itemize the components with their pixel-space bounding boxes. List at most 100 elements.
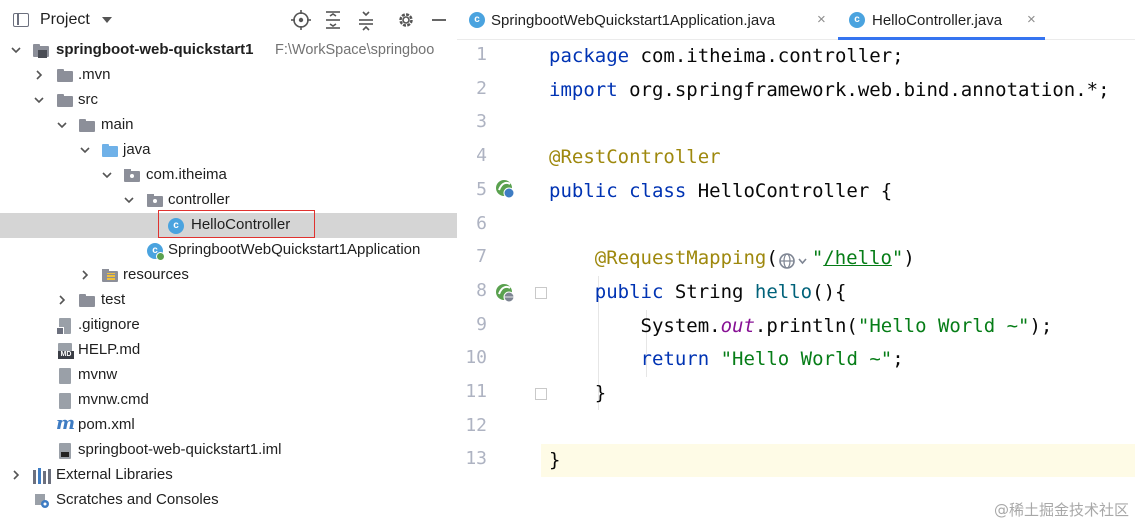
project-icon xyxy=(13,13,29,27)
chevron-right-icon[interactable] xyxy=(78,268,92,282)
tree-item-label: java xyxy=(123,141,151,158)
tree-item-external-libraries[interactable]: External Libraries xyxy=(0,463,457,488)
code-token: public class xyxy=(549,179,687,202)
tree-item-label: SpringbootWebQuickstart1Application xyxy=(168,241,421,258)
folder-icon xyxy=(56,92,74,110)
iml-file-icon xyxy=(56,442,74,460)
gitignore-file-icon xyxy=(56,317,74,335)
chevron-down-icon[interactable] xyxy=(102,17,112,23)
tree-item-label: springboot-web-quickstart1.iml xyxy=(78,441,282,458)
code-token: System. xyxy=(549,314,721,337)
tree-item-label: mvnw xyxy=(78,366,118,383)
chevron-down-icon[interactable] xyxy=(32,93,46,107)
chevron-down-icon[interactable] xyxy=(55,118,69,132)
tree-item-iml[interactable]: springboot-web-quickstart1.iml xyxy=(0,438,457,463)
tree-item-label: .gitignore xyxy=(78,316,140,333)
code-token: ( xyxy=(766,247,778,270)
chevron-down-icon[interactable] xyxy=(122,193,136,207)
globe-inlay-icon[interactable] xyxy=(778,248,812,269)
code-line: @RestController xyxy=(549,141,721,174)
tree-item-test[interactable]: test xyxy=(0,288,457,313)
tree-item-java[interactable]: java xyxy=(0,138,457,163)
code-token: ) xyxy=(903,247,915,270)
chevron-down-icon[interactable] xyxy=(9,43,23,57)
tree-item-label: resources xyxy=(123,266,189,283)
chevron-right-icon[interactable] xyxy=(32,68,46,82)
project-tool-window: Project springboot-web-quickstart1 F:\Wo… xyxy=(0,0,457,526)
project-view-title[interactable]: Project xyxy=(40,11,90,29)
minimize-icon[interactable] xyxy=(428,9,450,31)
resources-folder-icon xyxy=(101,267,119,285)
line-number: 11 xyxy=(465,381,487,402)
collapse-all-icon[interactable] xyxy=(355,9,377,31)
chevron-down-icon[interactable] xyxy=(78,143,92,157)
code-token: " xyxy=(891,247,904,270)
code-token: /hello xyxy=(823,247,892,270)
tree-item-project-root[interactable]: springboot-web-quickstart1 F:\WorkSpace\… xyxy=(0,38,457,63)
expand-all-icon[interactable] xyxy=(322,9,344,31)
package-icon xyxy=(123,167,141,185)
code-area[interactable]: package com.itheima.controller; import or… xyxy=(541,40,1135,526)
tree-item-hellocontroller[interactable]: c HelloController xyxy=(0,210,457,238)
class-icon: c xyxy=(849,12,865,28)
code-token: com.itheima.controller; xyxy=(629,45,904,67)
code-token: package xyxy=(549,45,630,67)
tree-item-label: main xyxy=(101,116,134,133)
code-token: return xyxy=(640,348,710,371)
tree-item-label: com.itheima xyxy=(146,166,227,183)
tab-springboot-application[interactable]: c SpringbootWebQuickstart1Application.ja… xyxy=(457,0,837,40)
line-number: 7 xyxy=(476,246,487,268)
tree-item-resources[interactable]: resources xyxy=(0,263,457,288)
code-line: } xyxy=(549,444,560,477)
code-editor: c SpringbootWebQuickstart1Application.ja… xyxy=(457,0,1135,526)
tree-item-label: springboot-web-quickstart1 xyxy=(56,41,254,58)
code-token: "Hello World ~" xyxy=(857,314,1030,337)
code-token: org.springframework.web.bind.annotation.… xyxy=(617,78,1110,101)
code-token: import xyxy=(549,78,618,101)
tree-item-mvn[interactable]: .mvn xyxy=(0,63,457,88)
code-line: package com.itheima.controller; xyxy=(549,40,904,73)
tree-item-pom-xml[interactable]: m pom.xml xyxy=(0,413,457,438)
tree-item-label: test xyxy=(101,291,126,308)
tree-item-application-class[interactable]: c SpringbootWebQuickstart1Application xyxy=(0,238,457,263)
line-number: 13 xyxy=(465,448,487,470)
editor-tab-bar: c SpringbootWebQuickstart1Application.ja… xyxy=(457,0,1135,40)
chevron-down-icon[interactable] xyxy=(100,168,114,182)
code-line: import org.springframework.web.bind.anno… xyxy=(549,74,1110,107)
tree-item-label: Scratches and Consoles xyxy=(56,491,219,508)
scratches-icon xyxy=(33,492,51,510)
code-token: " xyxy=(811,247,824,270)
tab-hellocontroller[interactable]: c HelloController.java × xyxy=(838,0,1045,40)
tree-item-label: External Libraries xyxy=(56,466,173,483)
libraries-icon xyxy=(33,467,51,485)
gear-icon[interactable] xyxy=(395,9,417,31)
code-token: @RequestMapping xyxy=(594,247,767,270)
code-token: @RestController xyxy=(549,146,721,169)
tree-item-label: HELP.md xyxy=(78,341,141,358)
tree-item-src[interactable]: src xyxy=(0,88,457,113)
close-icon[interactable]: × xyxy=(817,11,826,28)
tree-item-scratches[interactable]: Scratches and Consoles xyxy=(0,488,457,513)
code-token: String xyxy=(663,280,755,303)
locate-icon[interactable] xyxy=(290,9,312,31)
web-endpoint-icon[interactable] xyxy=(494,282,516,304)
project-path: F:\WorkSpace\springboo xyxy=(275,42,435,58)
tree-item-mvnw-cmd[interactable]: mvnw.cmd xyxy=(0,388,457,413)
chevron-right-icon[interactable] xyxy=(9,468,23,482)
line-number: 6 xyxy=(476,212,487,234)
line-number: 12 xyxy=(465,414,487,436)
tree-item-label: pom.xml xyxy=(78,416,135,433)
close-icon[interactable]: × xyxy=(1027,11,1036,28)
tree-item-com-itheima[interactable]: com.itheima xyxy=(0,163,457,188)
tree-item-help-md[interactable]: MD HELP.md xyxy=(0,338,457,363)
tree-item-mvnw[interactable]: mvnw xyxy=(0,363,457,388)
class-icon: c xyxy=(469,12,485,28)
tree-item-gitignore[interactable]: .gitignore xyxy=(0,313,457,338)
tree-item-main[interactable]: main xyxy=(0,113,457,138)
spring-bean-icon[interactable] xyxy=(494,178,516,200)
code-token: public xyxy=(594,280,664,303)
editor-gutter: 1 2 3 4 5 6 7 8 9 10 11 12 13 xyxy=(457,40,547,526)
chevron-right-icon[interactable] xyxy=(55,293,69,307)
